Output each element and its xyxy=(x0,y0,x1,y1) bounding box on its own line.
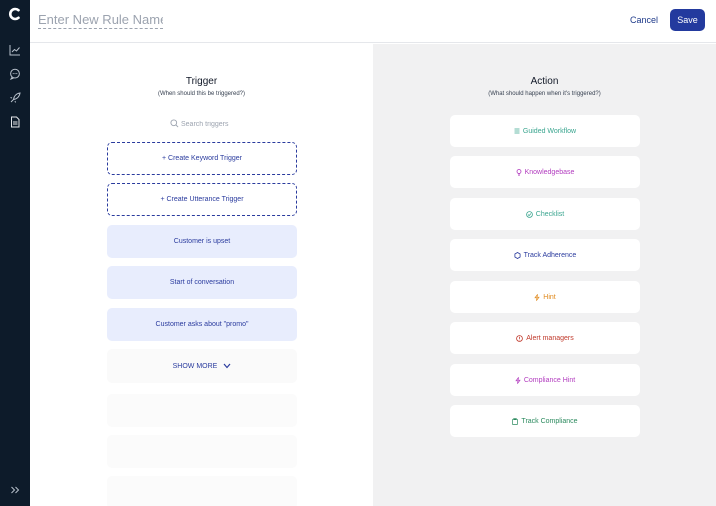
clipboard-icon xyxy=(512,417,519,425)
placeholder-card xyxy=(107,394,297,427)
action-panel: Action (What should happen when it's tri… xyxy=(373,44,716,506)
rocket-icon[interactable] xyxy=(9,92,21,104)
trigger-item[interactable]: Customer is upset xyxy=(107,225,297,258)
action-track-compliance[interactable]: Track Compliance xyxy=(450,405,640,437)
action-label: Alert managers xyxy=(526,334,574,342)
action-label: Hint xyxy=(543,293,556,301)
action-compliance-hint[interactable]: Compliance Hint xyxy=(450,364,640,396)
action-checklist[interactable]: Checklist xyxy=(450,198,640,230)
action-label: Compliance Hint xyxy=(523,376,576,384)
app-logo[interactable] xyxy=(7,6,23,22)
chat-icon[interactable] xyxy=(9,68,21,80)
action-subtitle: (What should happen when it's triggered?… xyxy=(488,91,601,97)
analytics-icon[interactable] xyxy=(9,44,21,56)
create-keyword-trigger-label: + Create Keyword Trigger xyxy=(162,155,242,162)
expand-icon[interactable] xyxy=(9,484,21,496)
action-guided-workflow[interactable]: Guided Workflow xyxy=(450,115,640,147)
bolt-icon xyxy=(534,293,540,301)
trigger-item-label: Customer asks about "promo" xyxy=(155,321,249,328)
chevron-down-icon xyxy=(223,363,231,369)
check-circle-icon xyxy=(525,210,533,218)
trigger-search xyxy=(168,118,251,130)
show-more-button[interactable]: SHOW MORE xyxy=(107,349,297,383)
placeholder-card xyxy=(107,435,297,468)
action-alert-managers[interactable]: Alert managers xyxy=(450,322,640,354)
bulb-icon xyxy=(516,168,522,176)
cancel-button[interactable]: Cancel xyxy=(624,9,664,31)
action-track-adherence[interactable]: Track Adherence xyxy=(450,239,640,271)
rule-name-input[interactable] xyxy=(38,10,163,29)
search-icon xyxy=(170,119,179,128)
create-utterance-trigger-button[interactable]: + Create Utterance Trigger xyxy=(107,183,297,216)
show-more-label: SHOW MORE xyxy=(172,362,218,370)
save-button[interactable]: Save xyxy=(670,9,705,31)
document-icon[interactable] xyxy=(9,116,21,128)
trigger-item-label: Start of conversation xyxy=(169,279,235,286)
list-icon xyxy=(514,128,520,134)
bolt-icon xyxy=(515,376,521,384)
create-utterance-trigger-label: + Create Utterance Trigger xyxy=(160,196,244,203)
action-label: Checklist xyxy=(535,210,565,218)
placeholder-card xyxy=(107,476,297,506)
action-hint[interactable]: Hint xyxy=(450,281,640,313)
header: Cancel Save xyxy=(30,0,716,43)
alert-circle-icon xyxy=(516,334,524,342)
create-keyword-trigger-button[interactable]: + Create Keyword Trigger xyxy=(107,142,297,175)
action-label: Track Adherence xyxy=(523,251,577,259)
action-label: Knowledgebase xyxy=(524,168,575,176)
action-title: Action xyxy=(530,76,559,87)
action-label: Track Compliance xyxy=(521,417,578,425)
trigger-subtitle: (When should this be triggered?) xyxy=(157,91,246,97)
action-label: Guided Workflow xyxy=(522,127,577,135)
action-knowledgebase[interactable]: Knowledgebase xyxy=(450,156,640,188)
trigger-item-label: Customer is upset xyxy=(173,238,231,245)
sidebar xyxy=(0,0,30,506)
hexagon-icon xyxy=(514,251,521,259)
trigger-title: Trigger xyxy=(185,76,218,87)
trigger-item[interactable]: Start of conversation xyxy=(107,266,297,299)
trigger-panel: Trigger (When should this be triggered?)… xyxy=(30,44,373,506)
trigger-item[interactable]: Customer asks about "promo" xyxy=(107,308,297,341)
search-triggers-input[interactable] xyxy=(181,118,251,130)
